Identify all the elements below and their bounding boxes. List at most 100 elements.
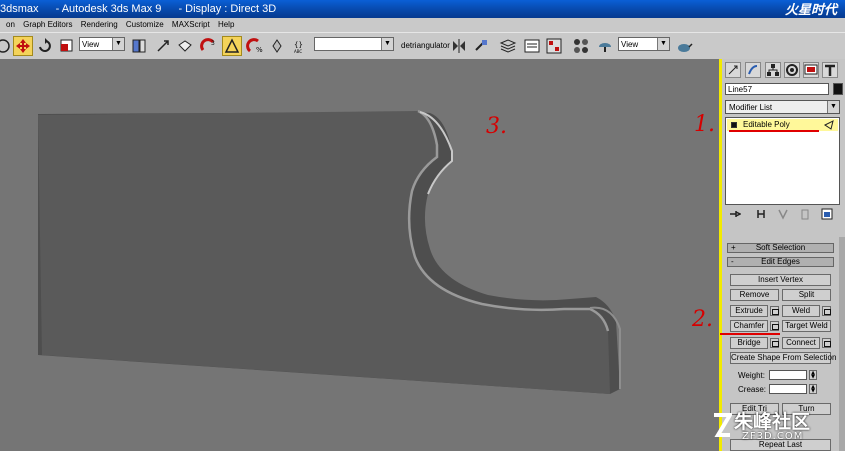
crease-spinner-field[interactable] (769, 384, 807, 394)
menu-item-help[interactable]: Help (218, 20, 234, 29)
modify-tab-icon[interactable] (745, 62, 761, 78)
create-shape-button[interactable]: Create Shape From Selection (730, 352, 836, 364)
make-unique-icon[interactable] (777, 208, 789, 220)
percent-snap-icon[interactable]: % (246, 37, 264, 55)
connect-button[interactable]: Connect (782, 337, 820, 349)
select-icon[interactable] (0, 37, 12, 55)
svg-text:ABC: ABC (294, 49, 302, 54)
remove-modifier-icon[interactable] (799, 208, 811, 220)
bridge-settings-icon[interactable] (770, 338, 779, 348)
expand-plus-icon[interactable] (731, 122, 737, 128)
annotation-2: 2. (692, 307, 713, 332)
chevron-down-icon: ▼ (657, 38, 669, 50)
perspective-viewport[interactable]: 3. 2. 1. (0, 59, 719, 451)
crease-label: Crease: (738, 385, 767, 394)
named-selection-dropdown[interactable]: ▼ (314, 37, 394, 51)
viewport-canvas[interactable] (0, 59, 719, 451)
display-tab-icon[interactable] (803, 62, 819, 78)
angle-snap-icon[interactable] (222, 36, 242, 56)
brand-logo: 火星时代 (784, 2, 837, 17)
connect-settings-icon[interactable] (822, 338, 831, 348)
target-weld-button[interactable]: Target Weld (782, 320, 831, 332)
modifier-list-dropdown[interactable]: Modifier List ▼ (725, 100, 840, 114)
menu-item-rendering[interactable]: Rendering (81, 20, 118, 29)
motion-tab-icon[interactable] (784, 62, 800, 78)
rollout-soft-selection[interactable]: + Soft Selection (727, 243, 834, 253)
weight-label: Weight: (738, 371, 765, 380)
annotation-underline-1 (729, 130, 819, 132)
chamfer-settings-icon[interactable] (770, 321, 779, 331)
ref-coord-value: View (82, 40, 100, 49)
watermark: 朱峰社区 ZF3D.COM (712, 405, 845, 451)
configure-sets-icon[interactable] (821, 208, 833, 220)
split-button[interactable]: Split (782, 289, 831, 301)
keyboard-shortcut-icon[interactable] (176, 37, 194, 55)
weight-spinner-field[interactable] (769, 370, 807, 380)
scale-tool-icon[interactable] (58, 37, 76, 55)
chevron-down-icon: ▼ (827, 101, 839, 113)
rotate-tool-icon[interactable] (36, 37, 54, 55)
remove-button[interactable]: Remove (730, 289, 779, 301)
annotation-underline-2 (720, 333, 780, 335)
schematic-view-icon[interactable] (545, 37, 563, 55)
watermark-brand: 朱峰社区 (734, 411, 811, 433)
menu-item-graph-editors[interactable]: Graph Editors (23, 20, 72, 29)
menu-bar: on Graph Editors Rendering Customize MAX… (0, 18, 845, 32)
weld-settings-icon[interactable] (822, 306, 831, 316)
quick-render-teapot-icon[interactable] (675, 37, 693, 55)
object-color-swatch[interactable] (833, 83, 843, 95)
annotation-1: 1. (694, 112, 715, 137)
render-view-value: View (621, 40, 639, 49)
insert-vertex-button[interactable]: Insert Vertex (730, 274, 831, 286)
command-panel-tabs (722, 59, 845, 81)
snap-3d-icon[interactable]: 3 (200, 37, 218, 55)
rollout-label: Edit Edges (761, 257, 800, 266)
stack-toolbar (725, 208, 840, 222)
title-part-display: - Display : Direct 3D (178, 3, 277, 15)
hierarchy-tab-icon[interactable] (765, 62, 781, 78)
render-setup-icon[interactable] (596, 37, 614, 55)
pin-stack-icon[interactable] (729, 208, 742, 220)
detriangulator-label[interactable]: detriangulator (401, 41, 450, 50)
svg-text:{}: {} (294, 41, 303, 49)
menu-item-maxscript[interactable]: MAXScript (172, 20, 210, 29)
material-editor-icon[interactable] (572, 37, 590, 55)
modifier-list-label: Modifier List (729, 103, 773, 112)
move-tool-icon[interactable] (13, 36, 33, 56)
ref-coord-dropdown[interactable]: View ▼ (79, 37, 125, 51)
menu-item-customize[interactable]: Customize (126, 20, 164, 29)
pivot-center-icon[interactable] (130, 37, 148, 55)
extrude-settings-icon[interactable] (770, 306, 779, 316)
rollout-edit-edges[interactable]: - Edit Edges (727, 257, 834, 267)
curve-editor-icon[interactable] (523, 37, 541, 55)
title-bar: 3dsmax - Autodesk 3ds Max 9 - Display : … (0, 0, 845, 18)
watermark-url: ZF3D.COM (742, 431, 804, 442)
chamfer-button[interactable]: Chamfer (730, 320, 768, 332)
create-tab-icon[interactable] (725, 62, 741, 78)
rollout-sign: - (731, 257, 734, 266)
layer-manager-icon[interactable] (499, 37, 517, 55)
extrude-button[interactable]: Extrude (730, 305, 768, 317)
svg-text:%: % (256, 46, 263, 54)
bridge-button[interactable]: Bridge (730, 337, 768, 349)
edit-named-selection-icon[interactable]: {} ABC (292, 37, 310, 55)
command-panel: Line57 Modifier List ▼ Editable Poly + S… (720, 59, 845, 451)
select-manipulate-icon[interactable] (154, 37, 172, 55)
title-part-product: - Autodesk 3ds Max 9 (55, 3, 162, 15)
render-view-dropdown[interactable]: View ▼ (618, 37, 670, 51)
annotation-3: 3. (486, 114, 507, 139)
chevron-down-icon: ▼ (381, 38, 393, 50)
rollout-sign: + (731, 243, 736, 252)
align-icon[interactable] (472, 37, 490, 55)
show-end-result-icon[interactable] (755, 208, 767, 220)
utilities-tab-icon[interactable] (822, 62, 838, 78)
weld-button[interactable]: Weld (782, 305, 820, 317)
chevron-down-icon: ▼ (112, 38, 124, 50)
menu-item-group[interactable]: on (6, 20, 15, 29)
weight-spinner-arrows[interactable]: ▲ ▼ (809, 370, 817, 380)
rollout-label: Soft Selection (755, 243, 806, 252)
spinner-snap-icon[interactable] (268, 37, 286, 55)
crease-spinner-arrows[interactable]: ▲ ▼ (809, 384, 817, 394)
mirror-icon[interactable] (450, 37, 468, 55)
object-name-field[interactable]: Line57 (725, 83, 829, 95)
